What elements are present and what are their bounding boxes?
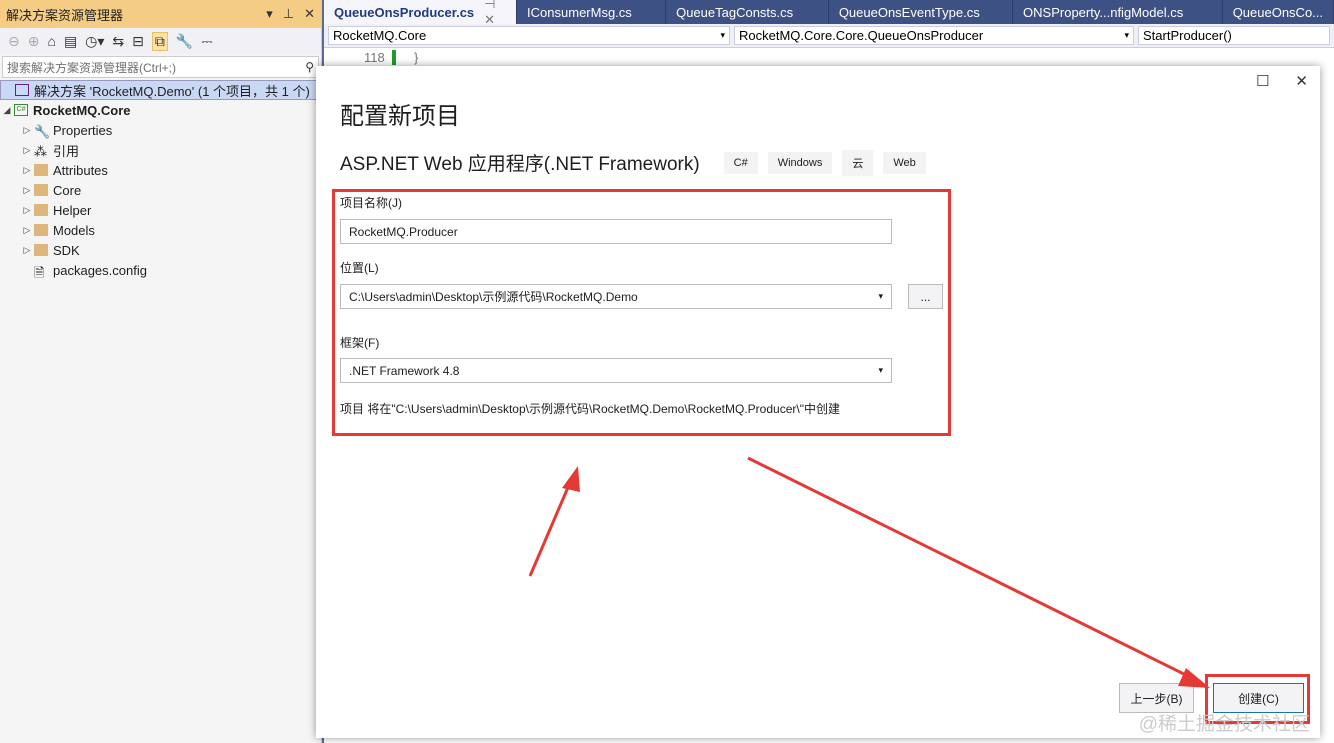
arrow-to-create [747, 456, 1197, 682]
annotation-arrows [528, 456, 1210, 688]
arrow-head [1178, 668, 1210, 688]
arrow-head [562, 466, 580, 492]
arrow-up [528, 477, 574, 577]
